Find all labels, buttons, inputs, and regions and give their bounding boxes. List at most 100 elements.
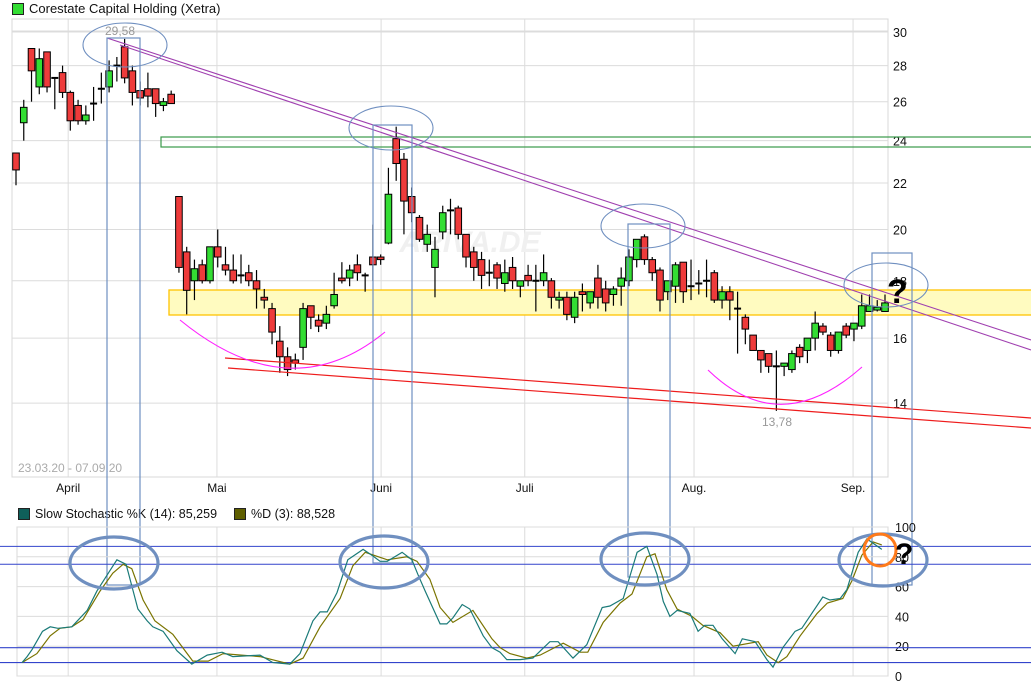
candle-down xyxy=(376,256,385,261)
candle-up xyxy=(501,272,509,284)
candle-down xyxy=(842,325,851,336)
candle-down xyxy=(594,277,602,298)
price-tick-label: 28 xyxy=(893,60,907,74)
candle-up xyxy=(539,272,548,282)
candle-down xyxy=(648,259,657,274)
candle-up xyxy=(206,246,214,282)
candle-up xyxy=(873,306,882,311)
candle-down xyxy=(454,207,463,235)
candle-up xyxy=(834,331,843,351)
candle-down xyxy=(524,274,532,282)
candle-up xyxy=(780,362,788,367)
candle-up xyxy=(438,212,447,233)
candle-down xyxy=(268,308,276,333)
question-mark-price: ? xyxy=(887,273,908,311)
candle-down xyxy=(120,46,129,79)
candle-down xyxy=(679,261,688,293)
candle-down xyxy=(415,216,424,240)
candle-down xyxy=(353,264,362,274)
candle-up xyxy=(516,280,525,287)
candle-down xyxy=(12,152,20,171)
candle-down xyxy=(749,334,757,351)
candle-down xyxy=(493,264,501,279)
month-label: Juli xyxy=(516,481,534,495)
price-tick-label: 26 xyxy=(893,96,907,110)
low-price-label: 13,78 xyxy=(762,415,792,429)
candle-down xyxy=(710,272,719,301)
month-label: April xyxy=(56,481,80,495)
candle-down xyxy=(182,251,191,291)
candle-down xyxy=(175,196,183,268)
candle-down xyxy=(392,138,400,165)
candle-down xyxy=(400,158,408,202)
price-tick-label: 16 xyxy=(893,332,907,346)
candle-up xyxy=(609,288,618,295)
candle-up xyxy=(190,268,199,282)
candle-down xyxy=(43,51,51,88)
candle-up xyxy=(671,264,680,287)
candle-down xyxy=(213,246,222,258)
stoch-highlight-ellipse xyxy=(338,534,430,590)
candle-down xyxy=(58,72,67,93)
candle-up xyxy=(857,305,866,327)
candle-down xyxy=(547,280,556,298)
candle-down xyxy=(276,340,284,358)
candle-down xyxy=(167,93,175,105)
candle-up xyxy=(345,269,354,279)
candle-down xyxy=(601,288,610,304)
candle-down xyxy=(314,319,323,327)
candle-up xyxy=(586,291,594,304)
price-tick-label: 22 xyxy=(893,177,907,191)
stoch-tick-label: 100 xyxy=(895,521,916,535)
candle-down xyxy=(578,291,587,295)
candle-up xyxy=(617,277,625,287)
stoch-panel-frame xyxy=(16,526,889,677)
stoch-highlight-ellipse xyxy=(68,535,160,591)
candle-down xyxy=(128,70,137,93)
candle-up xyxy=(82,114,90,122)
candle-up xyxy=(718,291,726,301)
candle-down xyxy=(338,277,346,282)
candle-up xyxy=(19,106,28,124)
candle-up xyxy=(384,193,393,244)
candle-down xyxy=(229,269,238,282)
candle-up xyxy=(330,293,338,307)
candle-down xyxy=(27,48,36,72)
stoch-tick-label: 40 xyxy=(895,610,909,624)
candle-down xyxy=(252,280,261,290)
candle-down xyxy=(764,353,773,367)
price-tick-label: 30 xyxy=(893,26,907,40)
month-label: Aug. xyxy=(682,481,707,495)
candle-down xyxy=(795,346,804,358)
candle-down xyxy=(508,266,517,282)
candle-up xyxy=(811,322,819,339)
candle-down xyxy=(462,233,470,258)
candle-down xyxy=(74,104,82,122)
candle-down xyxy=(66,91,75,122)
candle-up xyxy=(322,313,331,324)
candle-up xyxy=(35,58,44,88)
candle-up xyxy=(803,337,812,351)
candle-up xyxy=(632,238,641,261)
candle-down xyxy=(826,334,835,351)
high-price-label: 29,58 xyxy=(105,24,135,38)
candle-down xyxy=(656,269,664,301)
stoch-highlight-ellipse xyxy=(837,532,929,588)
candle-down xyxy=(726,291,734,301)
candle-down xyxy=(469,251,478,268)
candle-down xyxy=(198,264,207,282)
candle-up xyxy=(570,296,579,318)
stoch-tick-label: 0 xyxy=(895,670,902,684)
candle-down xyxy=(244,272,253,282)
candle-down xyxy=(563,296,571,315)
candle-down xyxy=(144,88,152,97)
candle-down xyxy=(819,325,827,333)
candle-down xyxy=(757,349,765,361)
candle-up xyxy=(555,296,563,301)
candle-up xyxy=(299,308,307,348)
candle-down xyxy=(741,316,750,330)
candle-down xyxy=(221,264,230,271)
candle-up xyxy=(788,353,796,371)
candle-up xyxy=(625,256,633,282)
candle-up xyxy=(850,322,858,330)
